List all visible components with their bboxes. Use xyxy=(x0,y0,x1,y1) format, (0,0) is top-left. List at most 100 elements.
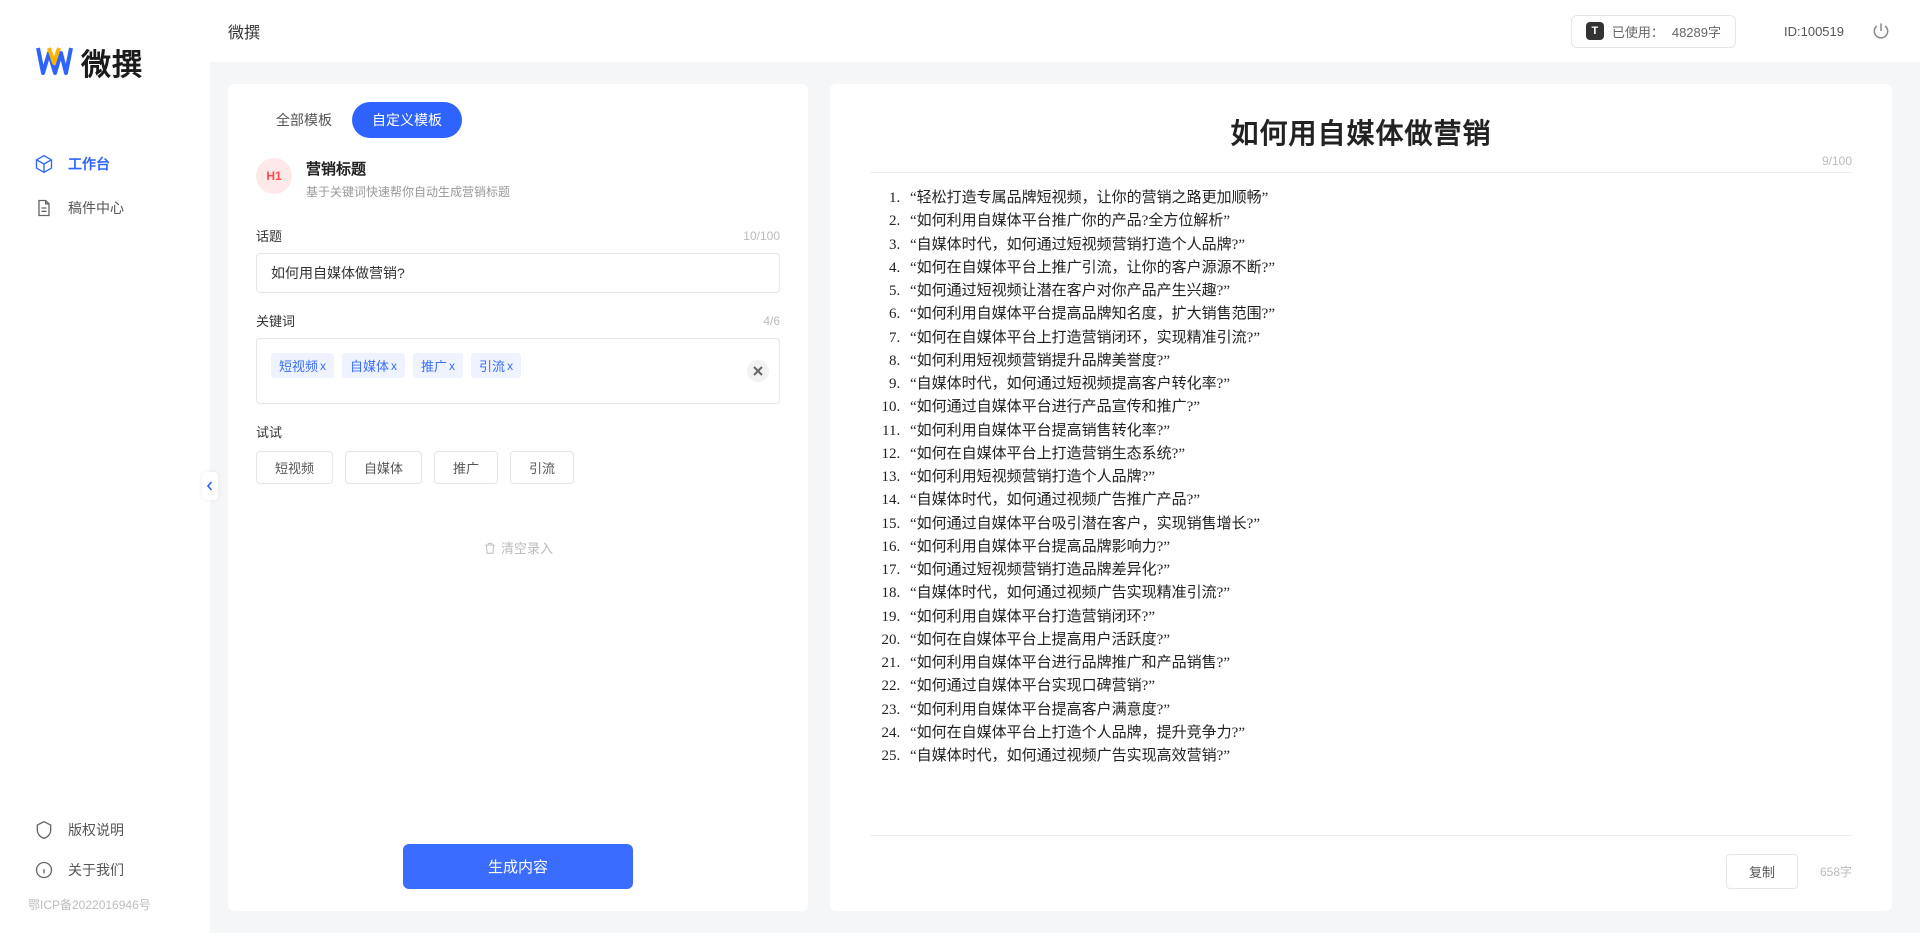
shield-icon xyxy=(34,820,54,840)
list-item: “如何在自媒体平台上打造营销生态系统?” xyxy=(904,443,1852,466)
content-area: 全部模板 自定义模板 H1 营销标题 基于关键词快速帮你自动生成营销标题 话题 … xyxy=(210,62,1920,933)
cube-icon xyxy=(34,154,54,174)
tab-custom-templates[interactable]: 自定义模板 xyxy=(352,102,462,138)
remove-tag-icon[interactable]: x xyxy=(391,359,397,373)
brand-text: 微撰 xyxy=(81,40,143,84)
list-item: “如何通过自媒体平台实现口碑营销?” xyxy=(904,675,1852,698)
try-section: 试试 短视频自媒体推广引流 xyxy=(256,422,780,484)
list-item: “如何利用自媒体平台提高品牌影响力?” xyxy=(904,536,1852,559)
list-item: “如何通过短视频让潜在客户对你产品产生兴趣?” xyxy=(904,280,1852,303)
trash-icon xyxy=(483,541,497,555)
keywords-count: 4/6 xyxy=(763,314,780,328)
try-chip[interactable]: 短视频 xyxy=(256,451,333,484)
keyword-tag[interactable]: 自媒体 x xyxy=(342,353,405,378)
sidebar-item-workspace[interactable]: 工作台 xyxy=(0,142,210,186)
output-footer: 复制 658字 xyxy=(870,835,1852,889)
logo-icon xyxy=(35,45,73,79)
list-item: “如何通过自媒体平台吸引潜在客户，实现销售增长?” xyxy=(904,513,1852,536)
list-item: “如何利用短视频营销打造个人品牌?” xyxy=(904,466,1852,489)
list-item: “如何在自媒体平台上提高用户活跃度?” xyxy=(904,629,1852,652)
sidebar-nav: 工作台 稿件中心 xyxy=(0,114,210,810)
keywords-label: 关键词 xyxy=(256,311,295,330)
text-count-icon: T xyxy=(1586,22,1604,40)
power-button[interactable] xyxy=(1870,20,1892,42)
keyword-tag[interactable]: 短视频 x xyxy=(271,353,334,378)
output-title: 如何用自媒体做营销 xyxy=(870,112,1852,152)
topic-count: 10/100 xyxy=(743,229,780,243)
template-tabs: 全部模板 自定义模板 xyxy=(256,102,780,138)
template-title: 营销标题 xyxy=(306,158,510,179)
clear-tags-button[interactable] xyxy=(747,360,769,382)
try-chip[interactable]: 推广 xyxy=(434,451,498,484)
list-item: “如何通过短视频营销打造品牌差异化?” xyxy=(904,559,1852,582)
sidebar-footer: 版权说明 关于我们 鄂ICP备2022016946号 xyxy=(0,810,210,933)
collapse-handle[interactable] xyxy=(202,472,218,500)
output-list: “轻松打造专属品牌短视频，让你的营销之路更加顺畅”“如何利用自媒体平台推广你的产… xyxy=(870,187,1852,768)
list-item: “如何利用自媒体平台进行品牌推广和产品销售?” xyxy=(904,652,1852,675)
list-item: “自媒体时代，如何通过视频广告推广产品?” xyxy=(904,489,1852,512)
input-panel: 全部模板 自定义模板 H1 营销标题 基于关键词快速帮你自动生成营销标题 话题 … xyxy=(228,84,808,911)
user-id: ID:100519 xyxy=(1784,24,1844,39)
list-item: “自媒体时代，如何通过视频广告实现高效营销?” xyxy=(904,745,1852,768)
output-body: “轻松打造专属品牌短视频，让你的营销之路更加顺畅”“如何利用自媒体平台推广你的产… xyxy=(870,187,1852,835)
page-title: 微撰 xyxy=(228,19,260,43)
template-subtitle: 基于关键词快速帮你自动生成营销标题 xyxy=(306,183,510,200)
sidebar-link-label: 关于我们 xyxy=(68,860,124,880)
sidebar-item-label: 工作台 xyxy=(68,154,110,174)
list-item: “自媒体时代，如何通过短视频提高客户转化率?” xyxy=(904,373,1852,396)
sidebar-link-copyright[interactable]: 版权说明 xyxy=(0,810,210,850)
list-item: “如何在自媒体平台上打造个人品牌，提升竞争力?” xyxy=(904,722,1852,745)
sidebar-link-about[interactable]: 关于我们 xyxy=(0,850,210,890)
tab-all-templates[interactable]: 全部模板 xyxy=(256,102,352,138)
keyword-tag[interactable]: 推广 x xyxy=(413,353,463,378)
template-badge-icon: H1 xyxy=(256,158,292,194)
sidebar-item-drafts[interactable]: 稿件中心 xyxy=(0,186,210,230)
output-char-count: 658字 xyxy=(1820,863,1852,880)
keyword-tag[interactable]: 引流 x xyxy=(471,353,521,378)
try-chips: 短视频自媒体推广引流 xyxy=(256,451,780,484)
usage-prefix: 已使用： xyxy=(1612,22,1664,41)
list-item: “如何利用自媒体平台提高客户满意度?” xyxy=(904,699,1852,722)
list-item: “自媒体时代，如何通过视频广告实现精准引流?” xyxy=(904,582,1852,605)
info-icon xyxy=(34,860,54,880)
topic-field: 话题 10/100 xyxy=(256,226,780,293)
output-title-row: 如何用自媒体做营销 9/100 xyxy=(870,112,1852,173)
output-title-count: 9/100 xyxy=(1822,154,1852,168)
try-label: 试试 xyxy=(256,422,780,441)
usage-value: 48289字 xyxy=(1672,22,1721,41)
logo: 微撰 xyxy=(0,0,210,114)
main-column: 微撰 T 已使用： 48289字 ID:100519 全部模板 自定义模板 H1 xyxy=(210,0,1920,933)
list-item: “如何通过自媒体平台进行产品宣传和推广?” xyxy=(904,396,1852,419)
list-item: “如何利用短视频营销提升品牌美誉度?” xyxy=(904,350,1852,373)
topbar: 微撰 T 已使用： 48289字 ID:100519 xyxy=(210,0,1920,62)
keywords-field: 关键词 4/6 短视频 x 自媒体 x 推广 x 引流 x xyxy=(256,311,780,404)
list-item: “如何利用自媒体平台提高品牌知名度，扩大销售范围?” xyxy=(904,303,1852,326)
list-item: “如何利用自媒体平台提高销售转化率?” xyxy=(904,420,1852,443)
sidebar-item-label: 稿件中心 xyxy=(68,198,124,218)
topic-label: 话题 xyxy=(256,226,282,245)
chevron-left-icon xyxy=(205,481,215,491)
sidebar: 微撰 工作台 稿件中心 版权说明 关于我们 鄂ICP备2022016946号 xyxy=(0,0,210,933)
remove-tag-icon[interactable]: x xyxy=(320,359,326,373)
list-item: “如何利用自媒体平台推广你的产品?全方位解析” xyxy=(904,210,1852,233)
keywords-tagbox[interactable]: 短视频 x 自媒体 x 推广 x 引流 x xyxy=(256,338,780,404)
template-header: H1 营销标题 基于关键词快速帮你自动生成营销标题 xyxy=(256,158,780,200)
try-chip[interactable]: 引流 xyxy=(510,451,574,484)
power-icon xyxy=(1871,21,1891,41)
try-chip[interactable]: 自媒体 xyxy=(345,451,422,484)
clear-input-hint[interactable]: 清空录入 xyxy=(256,538,780,557)
icp-text: 鄂ICP备2022016946号 xyxy=(0,890,210,913)
remove-tag-icon[interactable]: x xyxy=(449,359,455,373)
document-icon xyxy=(34,198,54,218)
generate-button[interactable]: 生成内容 xyxy=(403,844,633,889)
list-item: “如何在自媒体平台上打造营销闭环，实现精准引流?” xyxy=(904,327,1852,350)
sidebar-link-label: 版权说明 xyxy=(68,820,124,840)
remove-tag-icon[interactable]: x xyxy=(507,359,513,373)
close-icon xyxy=(753,366,763,376)
usage-pill[interactable]: T 已使用： 48289字 xyxy=(1571,15,1736,48)
topic-input[interactable] xyxy=(256,253,780,293)
output-panel: 如何用自媒体做营销 9/100 “轻松打造专属品牌短视频，让你的营销之路更加顺畅… xyxy=(830,84,1892,911)
list-item: “如何利用自媒体平台打造营销闭环?” xyxy=(904,606,1852,629)
list-item: “自媒体时代，如何通过短视频营销打造个人品牌?” xyxy=(904,234,1852,257)
copy-button[interactable]: 复制 xyxy=(1726,854,1798,889)
